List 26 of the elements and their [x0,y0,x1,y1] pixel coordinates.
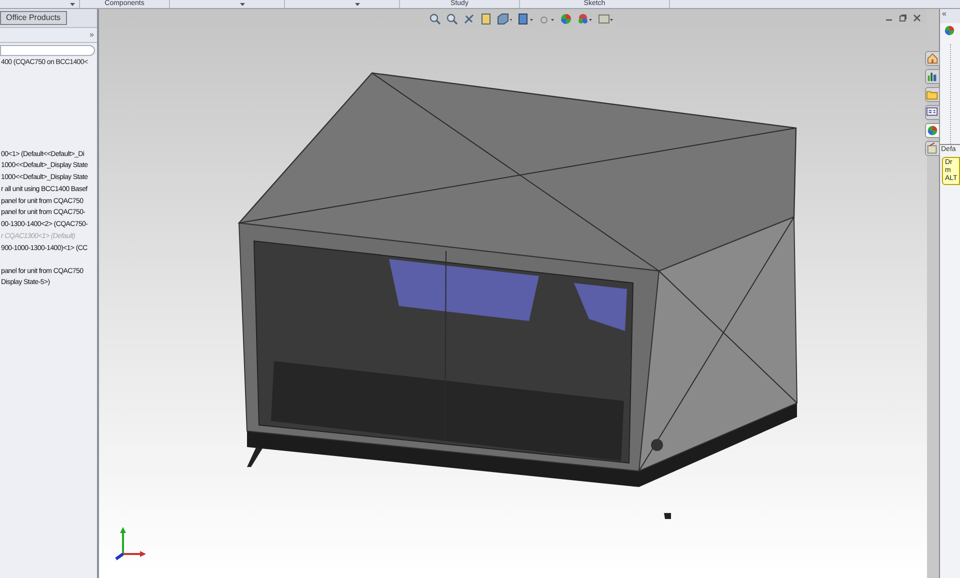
home-icon [926,52,939,65]
library-icon [926,70,939,83]
expand-chevron[interactable]: » [90,29,94,41]
view-orientation-icon[interactable] [497,13,513,25]
dropdown-arrow-icon[interactable] [240,3,245,6]
close-icon[interactable] [913,14,921,22]
task-pane-tab[interactable] [925,69,940,84]
office-products-tab[interactable]: Office Products [0,11,67,25]
filter-field[interactable] [0,45,95,56]
display-style-icon[interactable] [518,13,534,25]
task-pane-tab[interactable] [925,51,940,66]
dropdown-arrow-icon[interactable] [70,3,75,6]
appearance-sphere-icon[interactable] [560,13,572,25]
view-settings-icon[interactable] [598,13,614,25]
dropdown-arrow-icon[interactable] [355,3,360,6]
coordinate-triad-icon [115,527,146,560]
zoom-area-icon[interactable] [446,13,458,25]
properties-icon [926,106,939,119]
appearance-icon [926,124,939,137]
restore-icon[interactable] [899,14,907,22]
collapse-chevron[interactable]: « [940,9,960,23]
task-pane-tab[interactable] [925,123,940,138]
scene-icon[interactable] [577,13,593,25]
zoom-to-fit-icon[interactable] [429,13,441,25]
task-pane-tab[interactable] [925,105,940,120]
appearance-sphere-icon [944,25,955,36]
